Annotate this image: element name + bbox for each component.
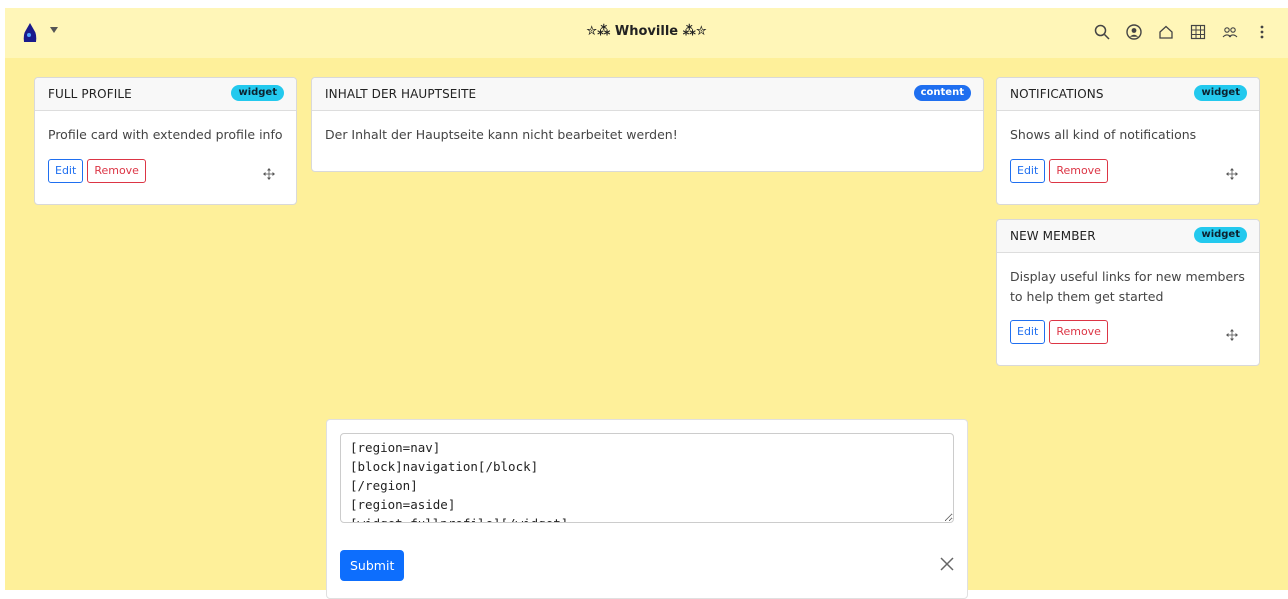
code-line: [block]navigation[/block] [350,459,539,474]
search-icon[interactable] [1092,22,1112,42]
card-header: NOTIFICATIONS widget [997,78,1259,111]
widget-badge: widget [1194,85,1247,101]
remove-button[interactable]: Remove [87,159,146,183]
card-title: NOTIFICATIONS [1010,87,1104,101]
page-frame: ✮⁂ Whoville ⁂✮ FULL PROFILE widget Profi… [5,8,1288,599]
card-description: Profile card with extended profile info [48,127,283,142]
close-icon[interactable] [939,556,955,572]
new-member-card: NEW MEMBER widget Display useful links f… [996,219,1260,366]
card-header: FULL PROFILE widget [35,78,296,111]
edit-button[interactable]: Edit [1010,159,1046,183]
card-description: Display useful links for new members to … [1010,269,1245,304]
card-actions: Edit Remove [48,159,146,183]
content-badge: content [913,85,971,101]
kebab-menu-icon[interactable] [1252,22,1272,42]
widget-badge: widget [1194,227,1247,243]
card-actions: Edit Remove [1010,159,1108,183]
card-header: INHALT DER HAUPTSEITE content [312,78,983,111]
main-content-card: INHALT DER HAUPTSEITE content Der Inhalt… [311,77,984,172]
edit-button[interactable]: Edit [1010,320,1046,344]
remove-button[interactable]: Remove [1049,159,1108,183]
people-icon[interactable] [1220,22,1240,42]
edit-button[interactable]: Edit [48,159,84,183]
code-line: [region=aside] [350,497,456,512]
user-circle-icon[interactable] [1124,22,1144,42]
code-line: [widget=fullprofile][/widget] [350,514,944,522]
remove-button[interactable]: Remove [1049,320,1108,344]
move-icon[interactable] [262,167,276,181]
card-title: INHALT DER HAUPTSEITE [325,87,477,101]
move-icon[interactable] [1225,328,1239,342]
card-title: NEW MEMBER [1010,229,1096,243]
notifications-card: NOTIFICATIONS widget Shows all kind of n… [996,77,1260,205]
card-header: NEW MEMBER widget [997,220,1259,253]
full-profile-card: FULL PROFILE widget Profile card with ex… [34,77,297,205]
grid-icon[interactable] [1188,22,1208,42]
submit-button[interactable]: Submit [340,550,405,581]
home-icon[interactable] [1156,22,1176,42]
code-line: [/region] [350,478,418,493]
layout-editor-panel: [region=nav] [block]navigation[/block] [… [326,419,968,599]
layout-code-textarea[interactable]: [region=nav] [block]navigation[/block] [… [340,433,954,523]
toolbar-icons [1092,22,1272,42]
code-line: [region=nav] [350,440,441,455]
card-description: Der Inhalt der Hauptseite kann nicht bea… [325,127,678,142]
card-actions: Edit Remove [1010,320,1108,344]
card-title: FULL PROFILE [48,87,132,101]
widget-badge: widget [231,85,284,101]
move-icon[interactable] [1225,167,1239,181]
card-description: Shows all kind of notifications [1010,127,1197,142]
top-navbar: ✮⁂ Whoville ⁂✮ [5,8,1288,58]
